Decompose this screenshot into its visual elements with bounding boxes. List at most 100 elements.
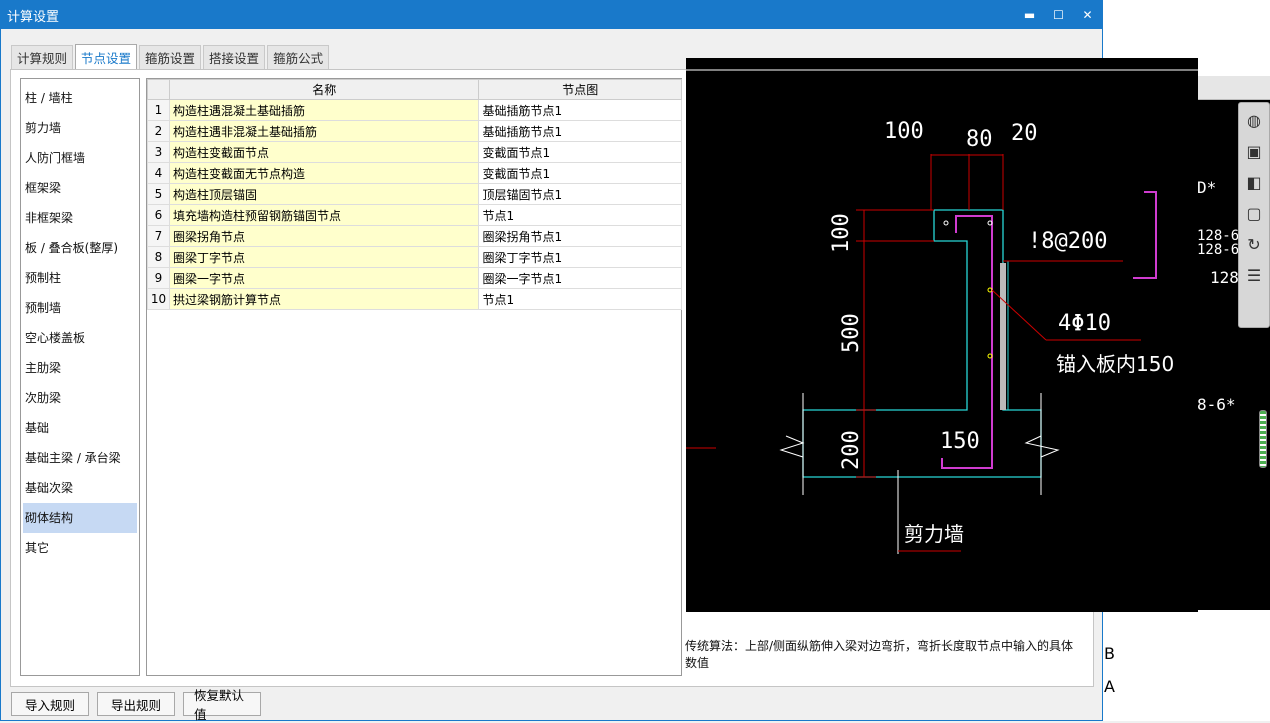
table-corner bbox=[147, 79, 170, 100]
axis-letter: B bbox=[1104, 644, 1115, 663]
row-name[interactable]: 构造柱变截面节点 bbox=[168, 141, 480, 163]
row-name[interactable]: 构造柱顶层锚固 bbox=[168, 183, 480, 205]
tab-stirrup-settings[interactable]: 箍筋设置 bbox=[139, 45, 202, 69]
row-index: 9 bbox=[147, 267, 170, 289]
table-row[interactable]: 9 圈梁一字节点 圈梁一字节点1 bbox=[147, 267, 682, 289]
wall-label: 剪力墙 bbox=[904, 522, 964, 546]
minimize-button[interactable]: ▬ bbox=[1015, 1, 1044, 29]
category-item[interactable]: 柱 / 墙柱 bbox=[21, 83, 139, 113]
node-diagram: 100 80 20 100 500 200 150 !8@200 4Φ10 锚入… bbox=[686, 69, 1198, 554]
row-name[interactable]: 圈梁拐角节点 bbox=[168, 225, 480, 247]
category-item[interactable]: 空心楼盖板 bbox=[21, 323, 139, 353]
dim-label: 20 bbox=[1011, 121, 1038, 146]
tab-node-settings[interactable]: 节点设置 bbox=[75, 44, 138, 69]
row-name[interactable]: 拱过梁钢筋计算节点 bbox=[168, 288, 480, 310]
dim-label: 150 bbox=[940, 429, 980, 454]
restore-defaults-button[interactable]: 恢复默认值 bbox=[183, 688, 261, 722]
row-index: 2 bbox=[147, 120, 170, 142]
row-node[interactable]: 圈梁一字节点1 bbox=[478, 267, 682, 289]
cube-view-icon[interactable]: ◧ bbox=[1240, 168, 1268, 196]
row-node[interactable]: 节点1 bbox=[478, 288, 682, 310]
view-toolbar: ◍ ▣ ◧ ▢ ↻ ☰ bbox=[1238, 102, 1270, 328]
close-button[interactable]: ✕ bbox=[1073, 1, 1102, 29]
table-row[interactable]: 2 构造柱遇非混凝土基础插筋 基础插筋节点1 bbox=[147, 120, 682, 142]
category-item[interactable]: 基础 bbox=[21, 413, 139, 443]
box-view-icon[interactable]: ▢ bbox=[1240, 199, 1268, 227]
table-row[interactable]: 6 填充墙构造柱预留钢筋锚固节点 节点1 bbox=[147, 204, 682, 226]
column-header-name[interactable]: 名称 bbox=[168, 79, 480, 100]
dim-label: 500 bbox=[839, 313, 864, 353]
row-node[interactable]: 圈梁拐角节点1 bbox=[478, 225, 682, 247]
column-header-node[interactable]: 节点图 bbox=[478, 79, 682, 100]
row-index: 6 bbox=[147, 204, 170, 226]
category-item[interactable]: 主肋梁 bbox=[21, 353, 139, 383]
tab-lap-settings[interactable]: 搭接设置 bbox=[203, 45, 266, 69]
row-name[interactable]: 构造柱变截面无节点构造 bbox=[168, 162, 480, 184]
row-name[interactable]: 构造柱遇混凝土基础插筋 bbox=[168, 99, 480, 121]
background-cad-header bbox=[1197, 76, 1270, 100]
dim-label: 100 bbox=[829, 213, 854, 253]
zoom-slider[interactable] bbox=[1259, 410, 1267, 468]
row-node[interactable]: 节点1 bbox=[478, 204, 682, 226]
cad-label: 128-6 bbox=[1197, 242, 1240, 258]
table-row[interactable]: 10 拱过梁钢筋计算节点 节点1 bbox=[147, 288, 682, 310]
row-node[interactable]: 顶层锚固节点1 bbox=[478, 183, 682, 205]
cad-label: 128 bbox=[1210, 268, 1239, 287]
category-list: 柱 / 墙柱 剪力墙 人防门框墙 框架梁 非框架梁 板 / 叠合板(整厚) 预制… bbox=[20, 78, 140, 676]
category-item[interactable]: 其它 bbox=[21, 533, 139, 563]
table-row[interactable]: 3 构造柱变截面节点 变截面节点1 bbox=[147, 141, 682, 163]
row-node[interactable]: 基础插筋节点1 bbox=[478, 99, 682, 121]
table-row[interactable]: 5 构造柱顶层锚固 顶层锚固节点1 bbox=[147, 183, 682, 205]
category-item-selected[interactable]: 砌体结构 bbox=[23, 503, 137, 533]
row-name[interactable]: 圈梁一字节点 bbox=[168, 267, 480, 289]
table-row[interactable]: 1 构造柱遇混凝土基础插筋 基础插筋节点1 bbox=[147, 99, 682, 121]
export-rules-button[interactable]: 导出规则 bbox=[97, 692, 175, 716]
row-node[interactable]: 圈梁丁字节点1 bbox=[478, 246, 682, 268]
row-node[interactable]: 变截面节点1 bbox=[478, 162, 682, 184]
category-item[interactable]: 框架梁 bbox=[21, 173, 139, 203]
node-description: 传统算法：上部/侧面纵筋伸入梁对边弯折，弯折长度取节点中输入的具体数值 bbox=[685, 639, 1074, 670]
category-item[interactable]: 板 / 叠合板(整厚) bbox=[21, 233, 139, 263]
dim-label: 100 bbox=[884, 119, 924, 144]
table-row[interactable]: 8 圈梁丁字节点 圈梁丁字节点1 bbox=[147, 246, 682, 268]
rotate-icon[interactable]: ↻ bbox=[1240, 230, 1268, 258]
background-cad-lower bbox=[1103, 610, 1270, 721]
node-table: 名称 节点图 1 构造柱遇混凝土基础插筋 基础插筋节点1 2 构造柱遇非混凝土基础插筋… bbox=[146, 78, 682, 676]
import-rules-button[interactable]: 导入规则 bbox=[11, 692, 89, 716]
title-bar[interactable]: 计算设置 ▬ ☐ ✕ bbox=[1, 1, 1102, 29]
category-item[interactable]: 人防门框墙 bbox=[21, 143, 139, 173]
maximize-button[interactable]: ☐ bbox=[1044, 1, 1073, 29]
category-item[interactable]: 预制柱 bbox=[21, 263, 139, 293]
layer-icon[interactable]: ☰ bbox=[1240, 261, 1268, 289]
tab-bar: 计算规则 节点设置 箍筋设置 搭接设置 箍筋公式 bbox=[11, 44, 331, 69]
table-row[interactable]: 4 构造柱变截面无节点构造 变截面节点1 bbox=[147, 162, 682, 184]
calc-settings-dialog: 计算设置 ▬ ☐ ✕ 计算规则 节点设置 箍筋设置 搭接设置 箍筋公式 柱 / … bbox=[0, 0, 1198, 722]
category-item[interactable]: 次肋梁 bbox=[21, 383, 139, 413]
row-index: 1 bbox=[147, 99, 170, 121]
row-index: 8 bbox=[147, 246, 170, 268]
category-item[interactable]: 基础次梁 bbox=[21, 473, 139, 503]
table-row[interactable]: 7 圈梁拐角节点 圈梁拐角节点1 bbox=[147, 225, 682, 247]
row-name[interactable]: 填充墙构造柱预留钢筋锚固节点 bbox=[168, 204, 480, 226]
3d-view-icon[interactable]: ▣ bbox=[1240, 137, 1268, 165]
row-index: 3 bbox=[147, 141, 170, 163]
row-index: 4 bbox=[147, 162, 170, 184]
dim-label: 80 bbox=[966, 127, 993, 152]
row-node[interactable]: 变截面节点1 bbox=[478, 141, 682, 163]
axis-letter: A bbox=[1104, 677, 1115, 696]
category-item[interactable]: 剪力墙 bbox=[21, 113, 139, 143]
category-item[interactable]: 基础主梁 / 承台梁 bbox=[21, 443, 139, 473]
rebar-spacing-label: !8@200 bbox=[1028, 229, 1107, 254]
tab-stirrup-formula[interactable]: 箍筋公式 bbox=[267, 45, 330, 69]
tab-calc-rules[interactable]: 计算规则 bbox=[11, 45, 74, 69]
orbit-icon[interactable]: ◍ bbox=[1240, 106, 1268, 134]
row-index: 10 bbox=[147, 288, 170, 310]
row-name[interactable]: 构造柱遇非混凝土基础插筋 bbox=[168, 120, 480, 142]
row-index: 5 bbox=[147, 183, 170, 205]
bars-label: 4Φ10 bbox=[1058, 311, 1111, 336]
cad-label: D* bbox=[1197, 178, 1217, 197]
category-item[interactable]: 预制墙 bbox=[21, 293, 139, 323]
category-item[interactable]: 非框架梁 bbox=[21, 203, 139, 233]
row-node[interactable]: 基础插筋节点1 bbox=[478, 120, 682, 142]
row-name[interactable]: 圈梁丁字节点 bbox=[168, 246, 480, 268]
